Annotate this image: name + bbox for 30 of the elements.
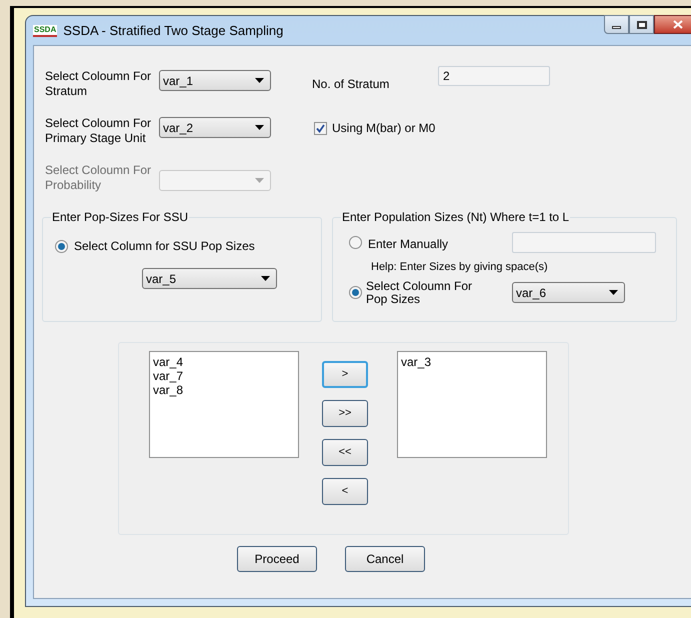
- stratum-field[interactable]: 2: [438, 66, 550, 86]
- list-item[interactable]: var_3: [401, 355, 543, 369]
- dropdown[interactable]: var_6: [512, 282, 625, 303]
- window-title: SSDA - Stratified Two Stage Sampling: [63, 22, 284, 40]
- dropdown[interactable]: var_2: [159, 117, 271, 138]
- field-label: No. of Stratum: [312, 76, 390, 93]
- radio-label: Select Column for SSU Pop Sizes: [74, 238, 255, 255]
- radio-label: Enter Manually: [368, 236, 450, 252]
- list-item[interactable]: var_4: [153, 355, 295, 369]
- field-label: Select Coloumn For Probability: [44, 162, 152, 193]
- move-button[interactable]: <: [322, 478, 368, 505]
- radio-label: Select Coloumn For Pop Sizes: [366, 280, 474, 306]
- dropdown[interactable]: var_5: [142, 268, 277, 289]
- available-list[interactable]: var_4 var_7 var_8: [149, 351, 299, 458]
- group-title: Enter Pop-Sizes For SSU: [51, 209, 190, 226]
- checkbox-label: Using M(bar) or M0: [332, 120, 436, 137]
- move-button[interactable]: >: [322, 361, 368, 388]
- help-text: Help: Enter Sizes by giving space(s): [371, 260, 549, 275]
- app-icon: SSDA: [33, 24, 58, 36]
- action-button[interactable]: Proceed: [237, 546, 317, 572]
- dropdown[interactable]: var_1: [159, 70, 271, 91]
- action-button[interactable]: Cancel: [345, 546, 425, 572]
- list-item[interactable]: var_7: [153, 369, 295, 383]
- group-title: Enter Population Sizes (Nt) Where t=1 to L: [341, 209, 570, 226]
- field-label: Select Coloumn For Stratum: [44, 68, 152, 99]
- list-item[interactable]: var_8: [153, 383, 295, 397]
- move-button[interactable]: >>: [322, 400, 368, 427]
- field-label: Select Coloumn For Primary Stage Unit: [44, 115, 152, 146]
- selected-list[interactable]: var_3: [397, 351, 547, 458]
- move-button[interactable]: <<: [322, 439, 368, 466]
